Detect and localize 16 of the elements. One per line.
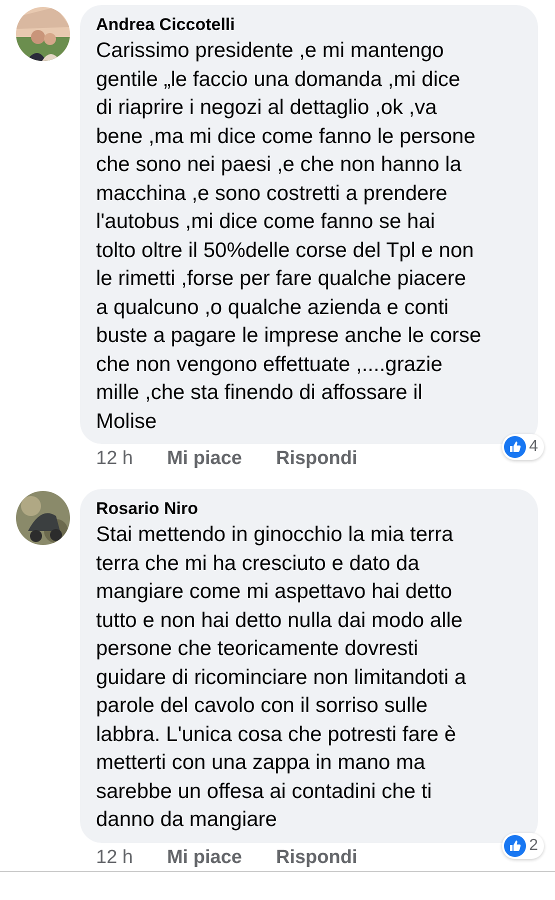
- thumbs-up-icon: [504, 436, 526, 458]
- reaction-badge[interactable]: 4: [502, 434, 544, 460]
- reaction-count: 2: [529, 836, 538, 854]
- comment-time: 12 h: [96, 846, 133, 868]
- reply-link[interactable]: Rispondi: [276, 448, 358, 470]
- reaction-count: 4: [529, 438, 538, 456]
- comment-text: Stai mettendo in ginocchio la mia terra terra che mi ha cresciuto e dato da mangiare come mi aspettavo hai detto tutto e non hai detto nulla dai modo alle persone che teoricamente dovresti guidare di ricominciare non limitandoti a parole del cavolo con il sorriso sulle labbra. L'unica cosa che potresti fare è metterti con una zappa in mano ma sarebbe un offesa ai contadini che ti danno da mangiare: [96, 522, 468, 833]
- like-link[interactable]: Mi piace: [166, 448, 242, 470]
- like-link[interactable]: Mi piace: [166, 846, 242, 868]
- author-name: Andrea Ciccotelli: [96, 15, 236, 35]
- reaction-badge[interactable]: 2: [502, 832, 544, 858]
- comment-time: 12 h: [96, 448, 133, 470]
- author-name: Rosario Niro: [96, 499, 200, 519]
- reply-link[interactable]: Rispondi: [276, 846, 358, 868]
- comment-text: Carissimo presidente ,e mi mantengo gentile „le faccio una domanda ,mi dice di riaprire i negozi al dettaglio ,ok ,va bene ,ma mi dice come fanno le persone che sono nei paesi ,e che non hanno la macchina ,e sono costretti a prendere l'autobus ,mi dice come fanno se hai tolto oltre il 50%delle corse del Tpl e non le rimetti ,forse per fare qualche piacere a qualcuno ,o qualche azienda e conti buste a pagare le imprese anche le corse che non vengono effettuate ,....grazie mille ,che sta finendo di affossare il Molise: [96, 38, 482, 434]
- thumbs-up-icon: [504, 834, 526, 856]
